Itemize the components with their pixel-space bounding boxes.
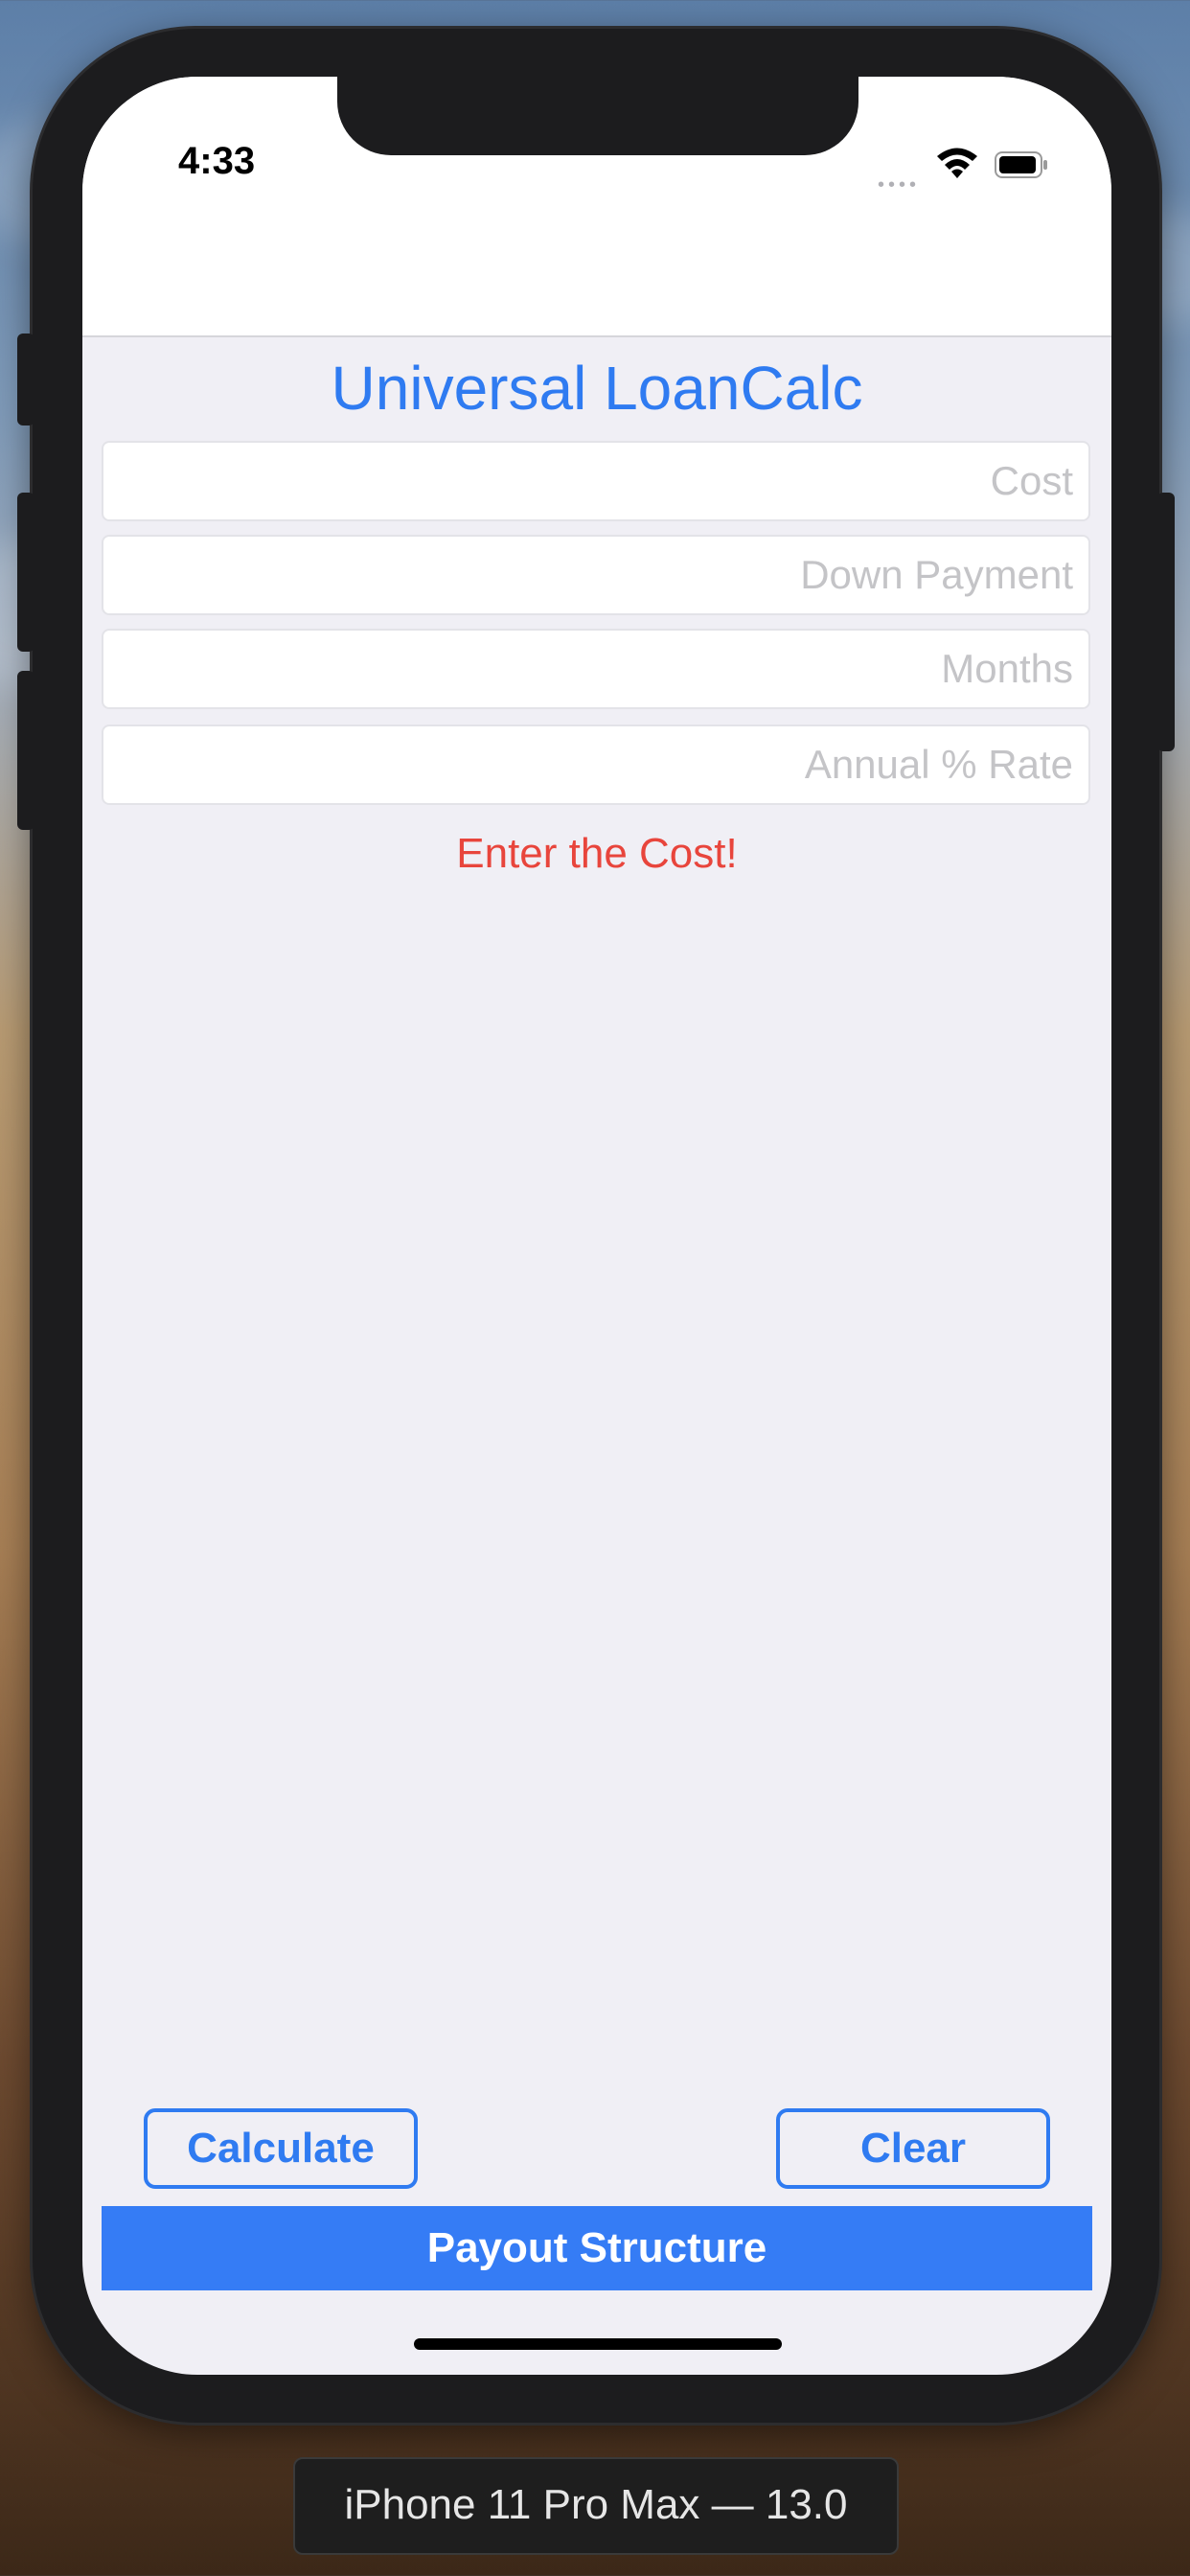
volume-up-button <box>17 493 34 652</box>
volume-down-button <box>17 671 34 830</box>
power-button <box>1157 493 1175 751</box>
status-time: 4:33 <box>178 140 256 182</box>
action-button <box>17 334 34 426</box>
simulator-device-label: iPhone 11 Pro Max — 13.0 <box>293 2457 899 2555</box>
iphone-device-frame: 4:33 •••• Universal LoanCalc Enter the C… <box>17 29 1175 2423</box>
battery-icon <box>995 151 1047 178</box>
cost-field[interactable] <box>102 441 1090 521</box>
error-message: Enter the Cost! <box>456 830 738 877</box>
months-field[interactable] <box>102 629 1090 709</box>
home-indicator[interactable] <box>414 2338 782 2350</box>
down-payment-field[interactable] <box>102 535 1090 615</box>
cellular-signal-icon: •••• <box>878 174 921 196</box>
app-title: Universal LoanCalc <box>331 354 863 423</box>
wifi-icon <box>937 148 977 178</box>
navigation-bar <box>82 211 1111 337</box>
calculate-button[interactable]: Calculate <box>144 2108 418 2189</box>
clear-button[interactable]: Clear <box>776 2108 1050 2189</box>
app-screen: 4:33 •••• Universal LoanCalc Enter the C… <box>82 77 1111 2375</box>
payout-structure-button[interactable]: Payout Structure <box>102 2206 1092 2290</box>
device-notch <box>337 77 858 155</box>
annual-rate-field[interactable] <box>102 724 1090 805</box>
